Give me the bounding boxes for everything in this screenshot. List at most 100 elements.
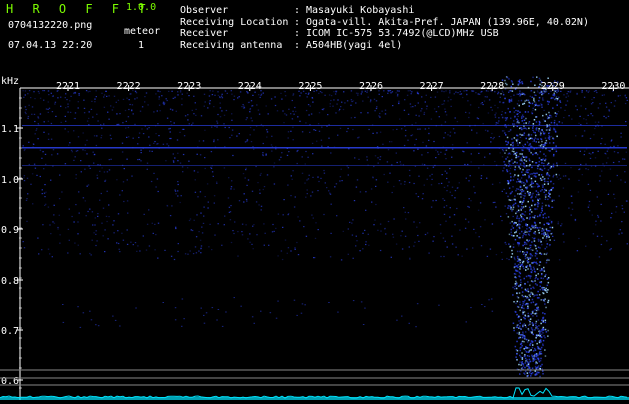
noise-dot bbox=[587, 206, 590, 208]
noise-dot bbox=[230, 90, 232, 92]
echo-dot bbox=[515, 276, 517, 279]
echo-dot bbox=[519, 167, 521, 170]
echo-dot bbox=[520, 181, 523, 183]
noise-dot bbox=[526, 142, 529, 144]
noise-dot bbox=[491, 310, 494, 312]
echo-dot bbox=[532, 123, 535, 125]
noise-dot bbox=[260, 123, 263, 126]
echo-dot bbox=[512, 123, 514, 125]
noise-dot bbox=[592, 152, 594, 154]
noise-dot bbox=[100, 137, 102, 139]
echo-dot bbox=[527, 288, 529, 290]
echo-dot bbox=[548, 135, 550, 137]
echo-dot bbox=[516, 181, 518, 183]
noise-dot bbox=[328, 94, 331, 96]
noise-dot bbox=[78, 191, 80, 193]
echo-dot bbox=[544, 321, 547, 324]
noise-dot bbox=[221, 110, 223, 112]
noise-dot bbox=[350, 99, 353, 101]
noise-dot bbox=[259, 174, 262, 176]
noise-dot bbox=[83, 112, 86, 114]
noise-dot bbox=[383, 173, 385, 176]
noise-dot bbox=[263, 244, 265, 246]
noise-dot bbox=[128, 108, 130, 111]
echo-dot bbox=[530, 372, 533, 375]
echo-dot bbox=[529, 184, 532, 186]
echo-dot bbox=[522, 310, 524, 312]
noise-dot bbox=[421, 96, 423, 98]
noise-dot bbox=[490, 141, 492, 143]
echo-dot bbox=[513, 125, 515, 128]
echo-dot bbox=[514, 115, 516, 118]
echo-dot bbox=[528, 133, 530, 136]
echo-dot bbox=[524, 255, 527, 258]
echo-dot bbox=[523, 156, 525, 158]
info-row-observer: Observer : Masayuki Kobayashi bbox=[180, 5, 589, 17]
noise-dot bbox=[521, 115, 523, 117]
echo-dot bbox=[538, 360, 541, 363]
noise-dot bbox=[76, 150, 79, 152]
echo-dot bbox=[516, 134, 519, 137]
noise-dot bbox=[67, 252, 69, 254]
noise-dot bbox=[342, 108, 345, 111]
noise-dot bbox=[157, 90, 159, 92]
station-info: Observer : Masayuki Kobayashi Receiving … bbox=[180, 5, 589, 51]
noise-dot bbox=[226, 92, 228, 94]
noise-dot bbox=[355, 92, 358, 94]
noise-dot bbox=[370, 99, 372, 101]
noise-dot bbox=[271, 231, 274, 233]
echo-dot bbox=[533, 225, 536, 227]
echo-dot bbox=[537, 238, 540, 241]
echo-dot bbox=[531, 112, 534, 115]
echo-dot bbox=[541, 208, 543, 210]
noise-dot bbox=[370, 188, 373, 190]
noise-dot bbox=[381, 96, 383, 98]
echo-dot bbox=[544, 180, 546, 183]
noise-dot bbox=[562, 187, 565, 189]
echo-dot bbox=[523, 184, 525, 187]
noise-dot bbox=[228, 126, 230, 129]
echo-dot bbox=[549, 239, 551, 241]
noise-dot bbox=[103, 94, 106, 96]
noise-dot bbox=[291, 99, 293, 102]
time-tick-label: 2227 bbox=[420, 81, 444, 92]
noise-dot bbox=[446, 190, 448, 192]
echo-dot bbox=[537, 334, 540, 336]
noise-dot bbox=[495, 206, 497, 208]
echo-dot bbox=[521, 336, 524, 339]
echo-dot bbox=[514, 195, 516, 197]
noise-dot bbox=[91, 211, 94, 213]
echo-dot bbox=[513, 266, 516, 269]
echo-dot bbox=[540, 346, 543, 349]
echo-dot bbox=[553, 153, 555, 156]
echo-dot bbox=[526, 372, 529, 374]
noise-dot bbox=[83, 107, 86, 109]
echo-dot bbox=[540, 351, 542, 353]
noise-dot bbox=[112, 224, 114, 226]
noise-dot bbox=[368, 244, 370, 246]
noise-dot bbox=[341, 180, 343, 182]
echo-dot bbox=[544, 355, 547, 357]
echo-dot bbox=[516, 353, 518, 355]
echo-dot bbox=[525, 122, 527, 124]
noise-dot bbox=[209, 90, 211, 92]
echo-dot bbox=[539, 252, 542, 254]
echo-dot bbox=[542, 144, 544, 146]
echo-dot bbox=[542, 216, 545, 219]
file-name: 0704132220.png bbox=[8, 20, 93, 31]
echo-dot bbox=[510, 176, 512, 178]
noise-dot bbox=[221, 244, 223, 246]
echo-dot bbox=[527, 111, 529, 113]
echo-dot bbox=[538, 123, 541, 126]
noise-dot bbox=[471, 90, 474, 92]
noise-dot bbox=[484, 156, 486, 158]
echo-dot bbox=[534, 280, 536, 282]
noise-dot bbox=[525, 128, 528, 130]
noise-dot bbox=[24, 106, 27, 108]
echo-dot bbox=[506, 76, 509, 79]
noise-dot bbox=[365, 243, 367, 246]
echo-dot bbox=[532, 293, 534, 296]
echo-dot bbox=[532, 358, 534, 360]
noise-dot bbox=[575, 105, 577, 107]
noise-dot bbox=[431, 173, 433, 175]
